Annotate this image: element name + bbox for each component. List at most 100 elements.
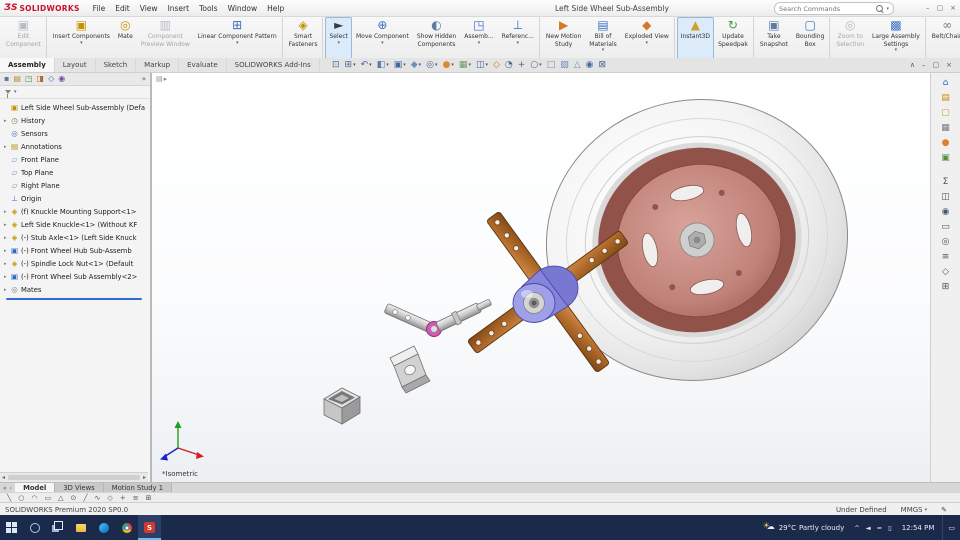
history-folder-item[interactable]: ▸ ◷ History xyxy=(0,114,150,127)
3d-viewport[interactable] xyxy=(152,72,930,482)
smart-fasteners-button[interactable]: ◈ Smart Fasteners xyxy=(285,17,324,59)
wireframe-icon[interactable]: □ xyxy=(545,60,558,70)
zoom-in-out-icon[interactable]: ○ ▾ xyxy=(528,60,543,70)
fullscreen-icon[interactable]: ⊠ xyxy=(597,60,609,70)
edit-appearance-icon[interactable]: ● ▾ xyxy=(441,60,456,70)
select-button[interactable]: ► Select ▾ xyxy=(325,17,352,59)
search-dropdown-icon[interactable]: ▾ xyxy=(886,6,889,12)
new-motion-study-button[interactable]: ▶ New Motion Study xyxy=(542,17,585,59)
zoom-area-icon[interactable]: ⊞ ▾ xyxy=(343,60,358,70)
start-button[interactable] xyxy=(0,515,23,540)
show-hidden-components-button[interactable]: ◐ Show Hidden Components xyxy=(413,17,460,59)
exploded-view-button[interactable]: ◆ Exploded View ▾ xyxy=(621,17,675,59)
front-wheel-sub-assembly-item[interactable]: ▸ ▣ (-) Front Wheel Sub Assembly<2> xyxy=(0,270,150,283)
mounting-bracket-model[interactable] xyxy=(389,345,431,394)
stats-icon[interactable]: ≡ xyxy=(942,252,950,262)
instant3d-button[interactable]: ▲ Instant3D xyxy=(676,17,715,59)
taskbar-weather[interactable]: ☀ ☁ 29°C Partly cloudy xyxy=(763,521,845,533)
menu-window[interactable]: Window xyxy=(223,4,263,13)
rollback-bar[interactable] xyxy=(6,298,142,300)
square-tube-model[interactable] xyxy=(323,387,361,425)
rotate-view-icon[interactable]: ◔ xyxy=(503,60,515,70)
stub-axle-item[interactable]: ▸ ◈ (-) Stub Axle<1> (Left Side Knuck xyxy=(0,231,150,244)
propertymanager-tab[interactable]: ◳ xyxy=(25,74,33,83)
section-properties-icon[interactable]: ▭ xyxy=(941,222,950,232)
collapse-commandmanager-icon[interactable]: ∧ xyxy=(910,61,915,69)
edge-button[interactable] xyxy=(92,515,115,540)
reference-geometry-button[interactable]: ⊥ Referenc... ▾ xyxy=(498,17,540,59)
featuremanager-tab[interactable]: ▤ xyxy=(13,74,21,83)
assembly-root-item[interactable]: ▣ Left Side Wheel Sub-Assembly (Defa xyxy=(0,101,150,114)
front-plane-item[interactable]: ▱ Front Plane xyxy=(0,153,150,166)
instant2d-icon[interactable]: ◇ xyxy=(491,60,502,70)
assembly-features-button[interactable]: ◳ Assemb... ▾ xyxy=(460,17,497,59)
design-library-tab[interactable]: ▤ xyxy=(941,93,950,103)
minimize-document-icon[interactable]: – xyxy=(922,61,926,69)
network-icon[interactable]: ≈ xyxy=(877,524,882,532)
displaymanager-tab[interactable]: ◉ xyxy=(58,74,65,83)
component-preview-window-button[interactable]: ▥ Component Preview Window xyxy=(137,17,194,59)
spindle-lock-nut-item[interactable]: ▸ ◈ (-) Spindle Lock Nut<1> (Default xyxy=(0,257,150,270)
equations-icon[interactable]: Σ xyxy=(943,177,949,187)
command-search-input[interactable] xyxy=(779,4,857,13)
units-dropdown-icon[interactable]: ▾ xyxy=(925,507,928,513)
linear-component-pattern-button[interactable]: ⊞ Linear Component Pattern ▾ xyxy=(194,17,283,59)
annotations-item[interactable]: ▸ ▤ Annotations xyxy=(0,140,150,153)
file-explorer-tab[interactable]: ▢ xyxy=(941,108,950,118)
solidworks-taskbar-button[interactable]: S xyxy=(138,515,161,540)
configurationmanager-tab[interactable]: ◨ xyxy=(37,74,45,83)
scroll-left-icon[interactable]: ◂ xyxy=(2,474,5,481)
apply-scene-icon[interactable]: ▦ ▾ xyxy=(457,60,473,70)
tab-evaluate[interactable]: Evaluate xyxy=(179,58,227,72)
scroll-right-icon[interactable]: ▸ xyxy=(143,474,146,481)
knuckle-mounting-support-item[interactable]: ▸ ◈ (f) Knuckle Mounting Support<1> xyxy=(0,205,150,218)
display-style-icon[interactable]: ◆ ▾ xyxy=(409,60,423,70)
scrollbar-thumb[interactable] xyxy=(8,475,140,480)
menu-tools[interactable]: Tools xyxy=(194,4,222,13)
mates-folder-item[interactable]: ▸ ◎ Mates xyxy=(0,283,150,296)
origin-item[interactable]: ⊥ Origin xyxy=(0,192,150,205)
menu-help[interactable]: Help xyxy=(262,4,289,13)
menu-edit[interactable]: Edit xyxy=(110,4,135,13)
bill-of-materials-button[interactable]: ▤ Bill of Materials ▾ xyxy=(585,17,621,59)
pan-icon[interactable]: + xyxy=(516,60,528,70)
search-button[interactable] xyxy=(23,515,46,540)
close-document-icon[interactable]: × xyxy=(946,61,952,69)
solidworks-resources-tab[interactable]: ⌂ xyxy=(943,78,949,88)
previous-view-icon[interactable]: ↶ ▾ xyxy=(359,60,374,70)
maximize-window-button[interactable]: ▢ xyxy=(937,4,944,12)
tab-assembly[interactable]: Assembly xyxy=(0,58,55,72)
top-plane-item[interactable]: ▱ Top Plane xyxy=(0,166,150,179)
tab-scroll-left-icon[interactable]: ‹ xyxy=(10,485,12,492)
graphics-area[interactable]: ▤ ▸ *Isometric xyxy=(152,72,930,482)
sensors-item[interactable]: ◎ Sensors xyxy=(0,127,150,140)
task-view-button[interactable] xyxy=(46,515,69,540)
tab-solidworks-addins[interactable]: SOLIDWORKS Add-Ins xyxy=(227,58,320,72)
action-center-icon[interactable]: ▭ xyxy=(942,515,960,540)
filter-dropdown-icon[interactable]: ▾ xyxy=(14,89,17,95)
flyout-featuremanager-toggle[interactable]: ▤ ▸ xyxy=(156,75,167,83)
tab-overflow-icon[interactable]: » xyxy=(142,75,146,83)
panel-scrollbar[interactable]: ◂ ▸ xyxy=(0,472,148,482)
check-icon[interactable]: ◇ xyxy=(942,267,949,277)
tab-scroll-first-icon[interactable]: « xyxy=(3,485,7,492)
menu-view[interactable]: View xyxy=(135,4,163,13)
dimxpertmanager-tab[interactable]: ◇ xyxy=(48,74,54,83)
minimize-window-button[interactable]: – xyxy=(926,4,930,12)
tab-markup[interactable]: Markup xyxy=(136,58,180,72)
panel-pin-icon[interactable]: ▪ xyxy=(4,74,9,83)
tab-sketch[interactable]: Sketch xyxy=(96,58,137,72)
menu-insert[interactable]: Insert xyxy=(163,4,195,13)
tray-expand-icon[interactable]: ^ xyxy=(854,524,859,532)
chrome-button[interactable] xyxy=(115,515,138,540)
camera-icon[interactable]: ◉ xyxy=(584,60,596,70)
view-orientation-icon[interactable]: ▣ ▾ xyxy=(392,60,408,70)
custom-properties-tab[interactable]: ▣ xyxy=(941,153,950,163)
zoom-to-selection-button[interactable]: ◎ Zoom to Selection xyxy=(832,17,868,59)
update-speedpak-button[interactable]: ↻ Update Speedpak xyxy=(714,17,754,59)
move-component-button[interactable]: ⊕ Move Component ▾ xyxy=(352,17,413,59)
taskbar-clock[interactable]: 12:54 PM xyxy=(902,524,935,532)
mate-button[interactable]: ◎ Mate xyxy=(114,17,137,59)
volume-icon[interactable]: ◄ xyxy=(866,524,871,532)
front-wheel-hub-subassembly-item[interactable]: ▸ ▣ (-) Front Wheel Hub Sub-Assemb xyxy=(0,244,150,257)
